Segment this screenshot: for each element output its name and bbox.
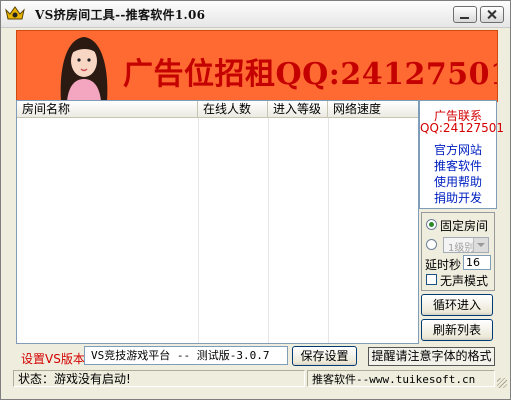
fixed-room-radio[interactable] [426, 219, 437, 230]
vs-version-field[interactable]: VS竞技游戏平台 -- 测试版-3.0.7 [84, 346, 288, 365]
status-website[interactable]: 推客软件--www.tuikesoft.cn [307, 370, 495, 387]
status-bar: 状态：游戏没有启动! 推客软件--www.tuikesoft.cn [1, 368, 510, 390]
resize-grip[interactable] [497, 378, 507, 388]
silent-mode-label[interactable]: 无声模式 [440, 272, 488, 289]
title-bar[interactable]: VS挤房间工具--推客软件1.06 [1, 1, 510, 28]
ad-banner[interactable]: 广告位招租QQ:24127501 [16, 30, 498, 102]
fixed-room-label[interactable]: 固定房间 [440, 217, 488, 234]
level-select[interactable]: 1级别 [443, 237, 489, 254]
chevron-down-icon[interactable] [473, 238, 488, 252]
grid-line [268, 118, 269, 343]
grid-line [328, 118, 329, 343]
crown-app-icon[interactable] [4, 4, 26, 22]
main-window: VS挤房间工具--推客软件1.06 广告位招租QQ:24127501 房间名称 … [0, 0, 511, 400]
donate-link[interactable]: 捐助开发 [420, 189, 496, 206]
ad-text: 广告位招租QQ:24127501 [123, 57, 498, 92]
official-site-link[interactable]: 官方网站 [420, 141, 496, 158]
room-list[interactable]: 房间名称 在线人数 进入等级 网络速度 [16, 100, 419, 344]
window-title: VS挤房间工具--推客软件1.06 [35, 8, 206, 22]
status-text: 状态：游戏没有启动! [13, 370, 305, 387]
set-vs-version-label: 设置VS版本 [21, 352, 85, 366]
reminder-button[interactable]: 提醒请注意字体的格式 [368, 347, 495, 366]
close-icon[interactable] [480, 6, 504, 23]
room-list-header: 房间名称 在线人数 进入等级 网络速度 [17, 101, 418, 118]
column-entry-level[interactable]: 进入等级 [268, 101, 328, 117]
help-link[interactable]: 使用帮助 [420, 173, 496, 190]
grid-line [198, 118, 199, 343]
delay-label: 延时秒 [425, 258, 462, 272]
delay-seconds-input[interactable]: 16 [463, 255, 491, 270]
column-online-count[interactable]: 在线人数 [198, 101, 268, 117]
level-radio[interactable] [426, 239, 437, 250]
silent-mode-checkbox[interactable] [426, 274, 437, 285]
refresh-list-button[interactable]: 刷新列表 [421, 319, 493, 341]
side-panel: 广告联系 QQ:24127501 官方网站 推客软件 使用帮助 捐助开发 [419, 100, 505, 209]
tuike-software-link[interactable]: 推客软件 [420, 157, 496, 174]
save-settings-button[interactable]: 保存设置 [292, 346, 357, 366]
ad-girl-image [55, 31, 113, 101]
column-room-name[interactable]: 房间名称 [17, 101, 198, 117]
ad-contact-qq: QQ:24127501 [420, 121, 505, 135]
column-network-speed[interactable]: 网络速度 [328, 101, 417, 117]
minimize-icon[interactable] [453, 6, 477, 23]
level-select-value: 1级别 [448, 243, 475, 254]
loop-enter-button[interactable]: 循环进入 [421, 294, 493, 316]
